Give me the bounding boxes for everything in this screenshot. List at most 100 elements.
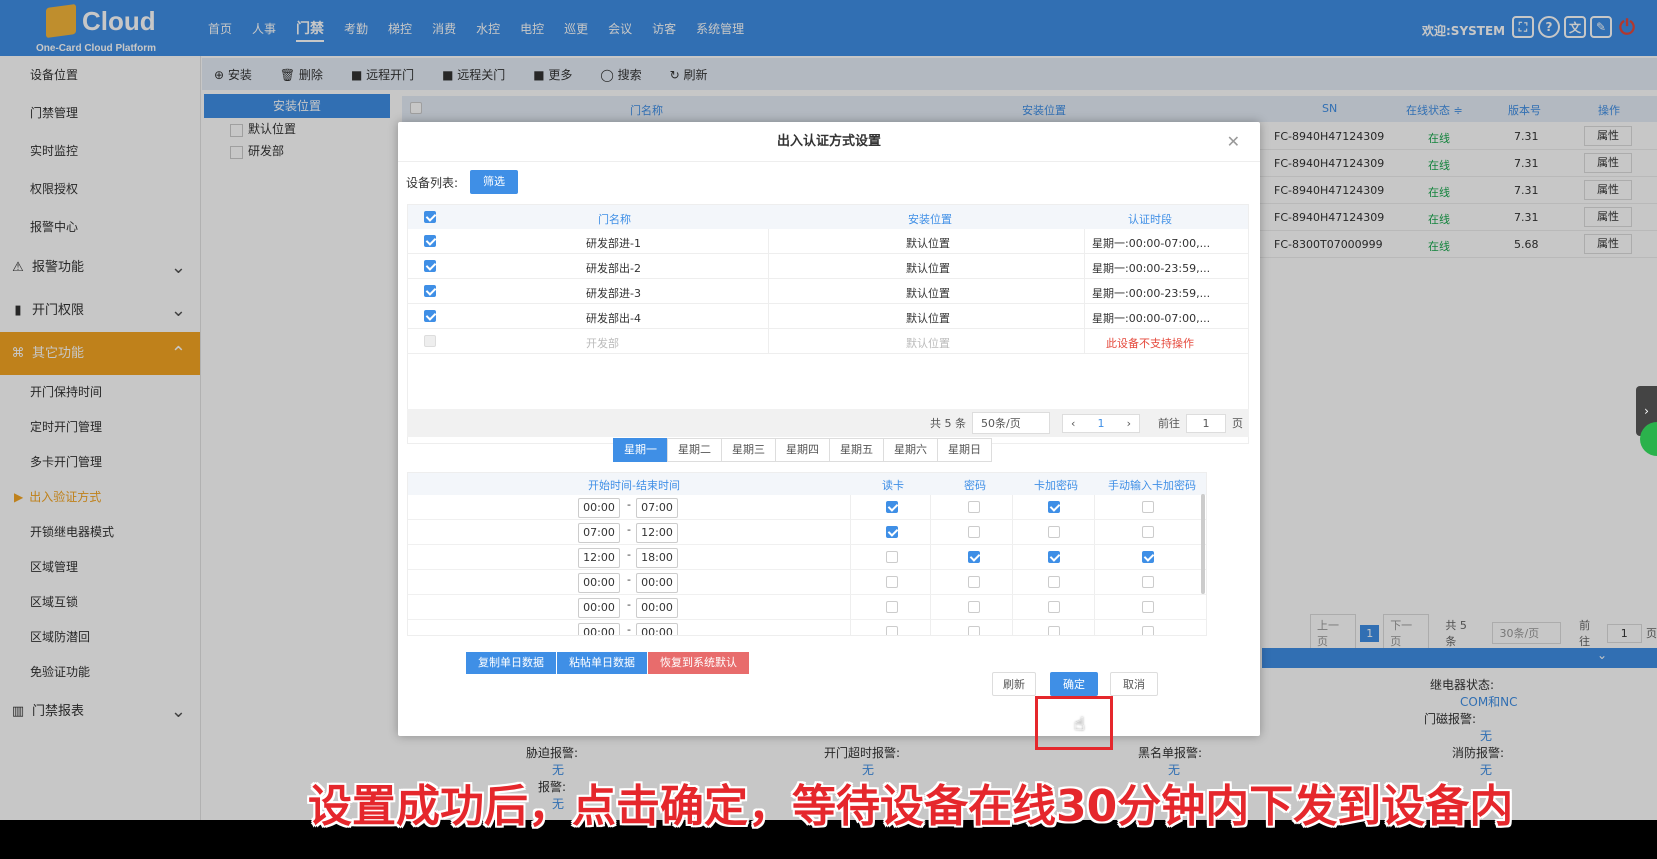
cancel-button[interactable]: 取消 — [1110, 672, 1158, 696]
filter-button[interactable]: 筛选 — [470, 170, 518, 194]
location-cell: 默认位置 — [906, 337, 950, 350]
cardpwd-checkbox[interactable] — [1048, 501, 1060, 513]
time-separator: - — [627, 548, 631, 561]
cardpwd-checkbox[interactable] — [1048, 601, 1060, 613]
divider — [1094, 570, 1095, 594]
row-checkbox[interactable] — [424, 285, 436, 297]
divider — [1094, 595, 1095, 619]
time-table-scrollbar[interactable] — [1201, 494, 1205, 594]
manual-checkbox[interactable] — [1142, 626, 1154, 635]
day-tab[interactable]: 星期五 — [829, 438, 884, 462]
day-tab[interactable]: 星期六 — [883, 438, 938, 462]
divider — [1094, 545, 1095, 569]
day-tab[interactable]: 星期二 — [667, 438, 722, 462]
pwd-checkbox[interactable] — [968, 551, 980, 563]
manual-checkbox[interactable] — [1142, 576, 1154, 588]
time-separator: - — [627, 498, 631, 511]
time-separator: - — [627, 523, 631, 536]
row-checkbox[interactable] — [424, 235, 436, 247]
period-cell: 星期一:00:00-07:00,... — [1092, 237, 1211, 250]
confirm-button[interactable]: 确定 — [1050, 672, 1098, 696]
divider — [768, 229, 769, 253]
start-time-input[interactable]: 00:00 — [578, 623, 620, 635]
divider — [1084, 304, 1085, 328]
refresh-button[interactable]: 刷新 — [992, 672, 1036, 696]
cardpwd-checkbox[interactable] — [1048, 626, 1060, 635]
period-cell: 此设备不支持操作 — [1106, 337, 1194, 350]
page-size-select[interactable]: 50条/页 — [972, 412, 1050, 434]
cardpwd-checkbox[interactable] — [1048, 576, 1060, 588]
day-tab[interactable]: 星期四 — [775, 438, 830, 462]
time-slot-row: 00:00-07:00 — [408, 495, 1206, 520]
start-time-input[interactable]: 12:00 — [578, 548, 620, 568]
manual-checkbox[interactable] — [1142, 601, 1154, 613]
cardpwd-checkbox[interactable] — [1048, 551, 1060, 563]
chevron-right-icon[interactable]: › — [1127, 417, 1131, 430]
chevron-left-icon[interactable]: ‹ — [1071, 417, 1075, 430]
manual-checkbox[interactable] — [1142, 501, 1154, 513]
device-row[interactable]: 研发部进-1 默认位置 星期一:00:00-07:00,... — [408, 229, 1248, 254]
paste-day-button[interactable]: 粘帖单日数据 — [557, 652, 648, 674]
location-cell: 默认位置 — [906, 287, 950, 300]
page-number[interactable]: 1 — [1098, 417, 1105, 430]
divider — [930, 495, 931, 519]
copy-day-button[interactable]: 复制单日数据 — [466, 652, 557, 674]
pwd-checkbox[interactable] — [968, 501, 980, 513]
device-list-label: 设备列表: — [406, 176, 459, 190]
time-separator: - — [627, 598, 631, 611]
device-row[interactable]: 研发部进-3 默认位置 星期一:00:00-23:59,... — [408, 279, 1248, 304]
start-time-input[interactable]: 00:00 — [578, 498, 620, 518]
card-checkbox[interactable] — [886, 601, 898, 613]
device-row[interactable]: 研发部出-2 默认位置 星期一:00:00-23:59,... — [408, 254, 1248, 279]
manual-checkbox[interactable] — [1142, 551, 1154, 563]
col-password: 密码 — [964, 479, 986, 492]
divider — [768, 304, 769, 328]
cardpwd-checkbox[interactable] — [1048, 526, 1060, 538]
start-time-input[interactable]: 00:00 — [578, 598, 620, 618]
door-name-cell: 研发部出-4 — [586, 312, 641, 325]
time-slot-row: 12:00-18:00 — [408, 545, 1206, 570]
end-time-input[interactable]: 00:00 — [636, 598, 678, 618]
row-checkbox[interactable] — [424, 260, 436, 272]
end-time-input[interactable]: 00:00 — [636, 573, 678, 593]
manual-checkbox[interactable] — [1142, 526, 1154, 538]
pwd-checkbox[interactable] — [968, 601, 980, 613]
day-tab[interactable]: 星期三 — [721, 438, 776, 462]
device-row[interactable]: 研发部出-4 默认位置 星期一:00:00-07:00,... — [408, 304, 1248, 329]
pwd-checkbox[interactable] — [968, 526, 980, 538]
card-checkbox[interactable] — [886, 551, 898, 563]
pwd-checkbox[interactable] — [968, 576, 980, 588]
day-action-buttons: 复制单日数据 粘帖单日数据 恢复到系统默认 — [466, 652, 749, 674]
period-cell: 星期一:00:00-23:59,... — [1092, 262, 1211, 275]
time-separator: - — [627, 573, 631, 586]
period-cell: 星期一:00:00-07:00,... — [1092, 312, 1211, 325]
card-checkbox[interactable] — [886, 576, 898, 588]
divider — [930, 570, 931, 594]
row-checkbox[interactable] — [424, 310, 436, 322]
end-time-input[interactable]: 00:00 — [636, 623, 678, 635]
start-time-input[interactable]: 00:00 — [578, 573, 620, 593]
card-checkbox[interactable] — [886, 526, 898, 538]
divider — [768, 279, 769, 303]
time-separator: - — [627, 623, 631, 636]
pwd-checkbox[interactable] — [968, 626, 980, 635]
reset-default-button[interactable]: 恢复到系统默认 — [648, 652, 749, 674]
divider — [768, 254, 769, 278]
divider — [850, 595, 851, 619]
day-tab[interactable]: 星期日 — [937, 438, 992, 462]
day-tab[interactable]: 星期一 — [613, 438, 668, 462]
end-time-input[interactable]: 07:00 — [636, 498, 678, 518]
close-icon[interactable]: ✕ — [1227, 122, 1240, 162]
goto-input[interactable]: 1 — [1186, 413, 1226, 433]
divider — [1084, 254, 1085, 278]
divider — [1012, 620, 1013, 635]
device-table: 门名称 安装位置 认证时段 研发部进-1 默认位置 星期一:00:00-07:00,… — [407, 204, 1249, 444]
end-time-input[interactable]: 18:00 — [636, 548, 678, 568]
card-checkbox[interactable] — [886, 501, 898, 513]
end-time-input[interactable]: 12:00 — [636, 523, 678, 543]
auth-mode-dialog: 出入认证方式设置 ✕ 设备列表: 筛选 门名称 安装位置 认证时段 研发部进-1… — [398, 122, 1260, 736]
door-name-cell: 研发部进-3 — [586, 287, 641, 300]
select-all-checkbox[interactable] — [424, 211, 436, 223]
card-checkbox[interactable] — [886, 626, 898, 635]
start-time-input[interactable]: 07:00 — [578, 523, 620, 543]
